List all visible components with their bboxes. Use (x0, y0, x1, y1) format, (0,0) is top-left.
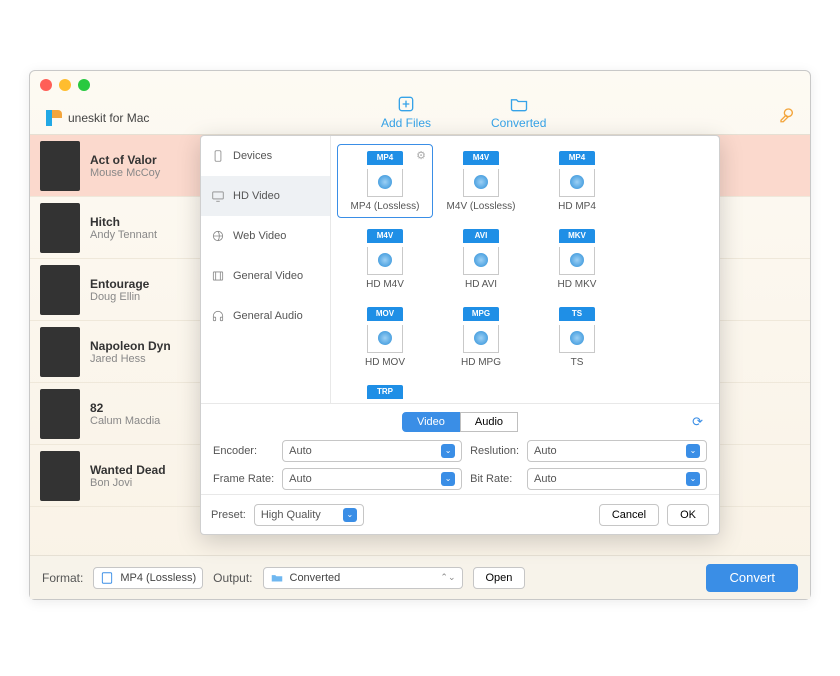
category-web-video[interactable]: Web Video (201, 216, 330, 256)
app-logo: uneskit for Mac (44, 108, 149, 128)
category-devices[interactable]: Devices (201, 136, 330, 176)
format-mp4-lossless[interactable]: ⚙MP4MP4 (Lossless) (337, 144, 433, 218)
refresh-icon[interactable]: ⟳ (692, 414, 703, 430)
phone-icon (211, 149, 225, 163)
format-m4v-lossless[interactable]: M4VM4V (Lossless) (433, 144, 529, 218)
popover-footer: Preset: High Quality⌄ Cancel OK (201, 494, 719, 534)
ok-button[interactable]: OK (667, 504, 709, 526)
bitrate-label: Bit Rate: (470, 473, 519, 485)
chevron-updown-icon: ⌄ (343, 508, 357, 522)
format-hd-mov[interactable]: MOVHD MOV (337, 300, 433, 374)
thumbnail (40, 265, 80, 315)
bottom-bar: Format: MP4 (Lossless) Output: Converted… (30, 555, 810, 599)
format-hd-avi[interactable]: AVIHD AVI (433, 222, 529, 296)
thumbnail (40, 141, 80, 191)
format-hd-mp4[interactable]: MP4HD MP4 (529, 144, 625, 218)
chevron-updown-icon: ⌄ (686, 444, 700, 458)
thumbnail (40, 389, 80, 439)
framerate-label: Frame Rate: (213, 473, 274, 485)
category-general-audio[interactable]: General Audio (201, 296, 330, 336)
chevron-updown-icon: ⌄ (686, 472, 700, 486)
format-settings: Video Audio ⟳ Encoder: Auto⌄ Reslution: … (201, 403, 719, 494)
close-icon[interactable] (40, 79, 52, 91)
format-hd-m4v[interactable]: M4VHD M4V (337, 222, 433, 296)
add-files-icon (396, 94, 416, 114)
tab-audio[interactable]: Audio (460, 412, 518, 432)
encoder-label: Encoder: (213, 445, 274, 457)
format-grid: ⚙MP4MP4 (Lossless) M4VM4V (Lossless) MP4… (331, 136, 719, 403)
category-general-video[interactable]: General Video (201, 256, 330, 296)
format-trp[interactable]: TRPTRP (337, 378, 433, 403)
convert-button[interactable]: Convert (706, 564, 798, 592)
folder-icon (509, 94, 529, 114)
chevron-updown-icon: ⌃⌄ (440, 572, 455, 583)
converted-button[interactable]: Converted (491, 94, 546, 130)
open-button[interactable]: Open (473, 567, 526, 589)
format-label: Format: (42, 571, 83, 585)
toolbar: uneskit for Mac Add Files Converted (30, 71, 810, 135)
thumbnail (40, 327, 80, 377)
folder-icon (270, 571, 284, 585)
window-controls (40, 79, 90, 91)
tab-video[interactable]: Video (402, 412, 460, 432)
format-hd-mkv[interactable]: MKVHD MKV (529, 222, 625, 296)
gear-icon[interactable]: ⚙ (416, 149, 426, 162)
thumbnail (40, 451, 80, 501)
film-icon (211, 269, 225, 283)
globe-icon (211, 229, 225, 243)
framerate-select[interactable]: Auto⌄ (282, 468, 462, 490)
output-select[interactable]: Converted ⌃⌄ (263, 567, 463, 589)
maximize-icon[interactable] (78, 79, 90, 91)
preset-select[interactable]: High Quality⌄ (254, 504, 364, 526)
chevron-updown-icon: ⌄ (441, 444, 455, 458)
output-label: Output: (213, 571, 252, 585)
category-list: Devices HD Video Web Video General Video… (201, 136, 331, 403)
format-popover: Devices HD Video Web Video General Video… (200, 135, 720, 535)
resolution-select[interactable]: Auto⌄ (527, 440, 707, 462)
app-window: uneskit for Mac Add Files Converted Act … (29, 70, 811, 600)
chevron-updown-icon: ⌄ (441, 472, 455, 486)
add-files-button[interactable]: Add Files (381, 94, 431, 130)
cancel-button[interactable]: Cancel (599, 504, 659, 526)
logo-icon (44, 108, 64, 128)
thumbnail (40, 203, 80, 253)
headphones-icon (211, 309, 225, 323)
file-icon (100, 571, 114, 585)
format-select[interactable]: MP4 (Lossless) (93, 567, 203, 589)
key-icon[interactable] (778, 106, 796, 124)
preset-label: Preset: (211, 509, 246, 521)
format-ts[interactable]: TSTS (529, 300, 625, 374)
format-hd-mpg[interactable]: MPGHD MPG (433, 300, 529, 374)
bitrate-select[interactable]: Auto⌄ (527, 468, 707, 490)
minimize-icon[interactable] (59, 79, 71, 91)
encoder-select[interactable]: Auto⌄ (282, 440, 462, 462)
monitor-icon (211, 189, 225, 203)
category-hd-video[interactable]: HD Video (201, 176, 330, 216)
resolution-label: Reslution: (470, 445, 519, 457)
app-title: uneskit for Mac (68, 111, 149, 125)
